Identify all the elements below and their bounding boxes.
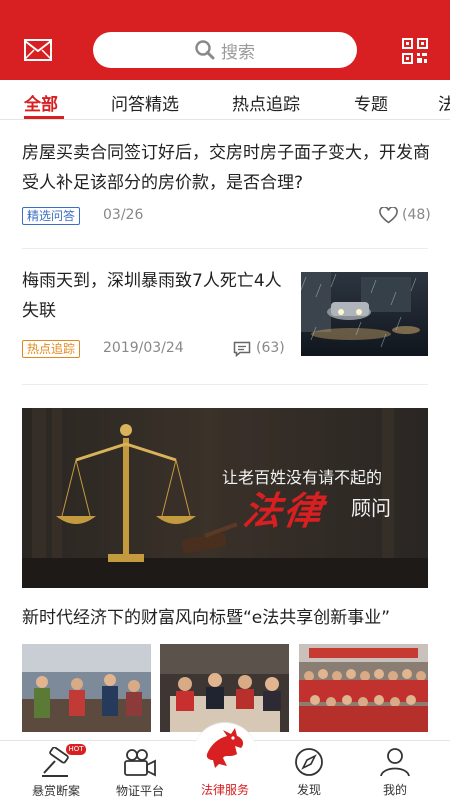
search-icon [195,40,215,60]
dragon-logo-icon [206,728,244,768]
article-date: 2019/03/24 [103,340,184,356]
event-photo-1[interactable] [22,644,151,732]
tab-topics[interactable]: 专题 [354,90,388,115]
banner-subtext: 顾问 [351,496,391,520]
nav-my-profile[interactable]: 我的 [355,740,435,800]
article-title[interactable]: 房屋买卖合同签订好后，交房时房子面子变大，开发商受人补足该部分的房价款，是否合理… [22,138,434,198]
nav-label: 发现 [296,783,321,797]
active-tab-indicator [24,116,64,119]
qr-code-icon[interactable] [402,38,428,64]
tab-hot-tracking[interactable]: 热点追踪 [232,90,300,115]
mail-icon[interactable] [24,39,52,61]
tab-qa-selected[interactable]: 问答精选 [111,90,179,115]
banner-highlight: 法律 [240,488,327,533]
article-title[interactable]: 新时代经济下的财富风向标暨“e法共享创新事业” [22,604,432,632]
hot-badge: HOT [66,744,86,755]
user-icon [380,748,410,777]
divider [22,384,428,385]
divider [22,248,428,249]
rain-street-thumbnail[interactable] [301,272,428,356]
search-input[interactable]: 搜索 [93,32,357,68]
legal-advisor-banner[interactable]: 让老百姓没有请不起的 法律 顾问 [22,408,428,588]
comment-count: (63) [256,340,285,356]
video-camera-icon [124,749,156,777]
like-count: (48) [402,207,431,223]
comment-icon[interactable] [233,341,251,357]
article-tag: 精选问答 [22,207,81,225]
article-tag: 热点追踪 [22,340,81,358]
compass-icon [295,748,323,776]
nav-legal-services[interactable]: 法律服务 [185,728,265,800]
category-tabs: 全部 问答精选 热点追踪 专题 法 [0,80,450,120]
article-title[interactable]: 梅雨天到，深圳暴雨致7人死亡4人失联 [22,266,290,326]
top-header: 搜索 [0,0,450,80]
article-date: 03/26 [103,207,144,223]
search-placeholder: 搜索 [221,42,255,63]
nav-discover[interactable]: 发现 [269,740,349,800]
nav-label: 我的 [382,783,407,797]
tab-law[interactable]: 法 [438,90,450,115]
heart-icon[interactable] [379,207,398,224]
tab-all[interactable]: 全部 [24,90,58,115]
nav-label: 物证平台 [115,784,164,798]
event-photo-2[interactable] [160,644,289,732]
nav-evidence-platform[interactable]: 物证平台 [100,741,180,800]
event-photo-3[interactable] [299,644,428,732]
nav-label: 法律服务 [200,783,249,797]
nav-label: 悬赏断案 [31,784,80,798]
